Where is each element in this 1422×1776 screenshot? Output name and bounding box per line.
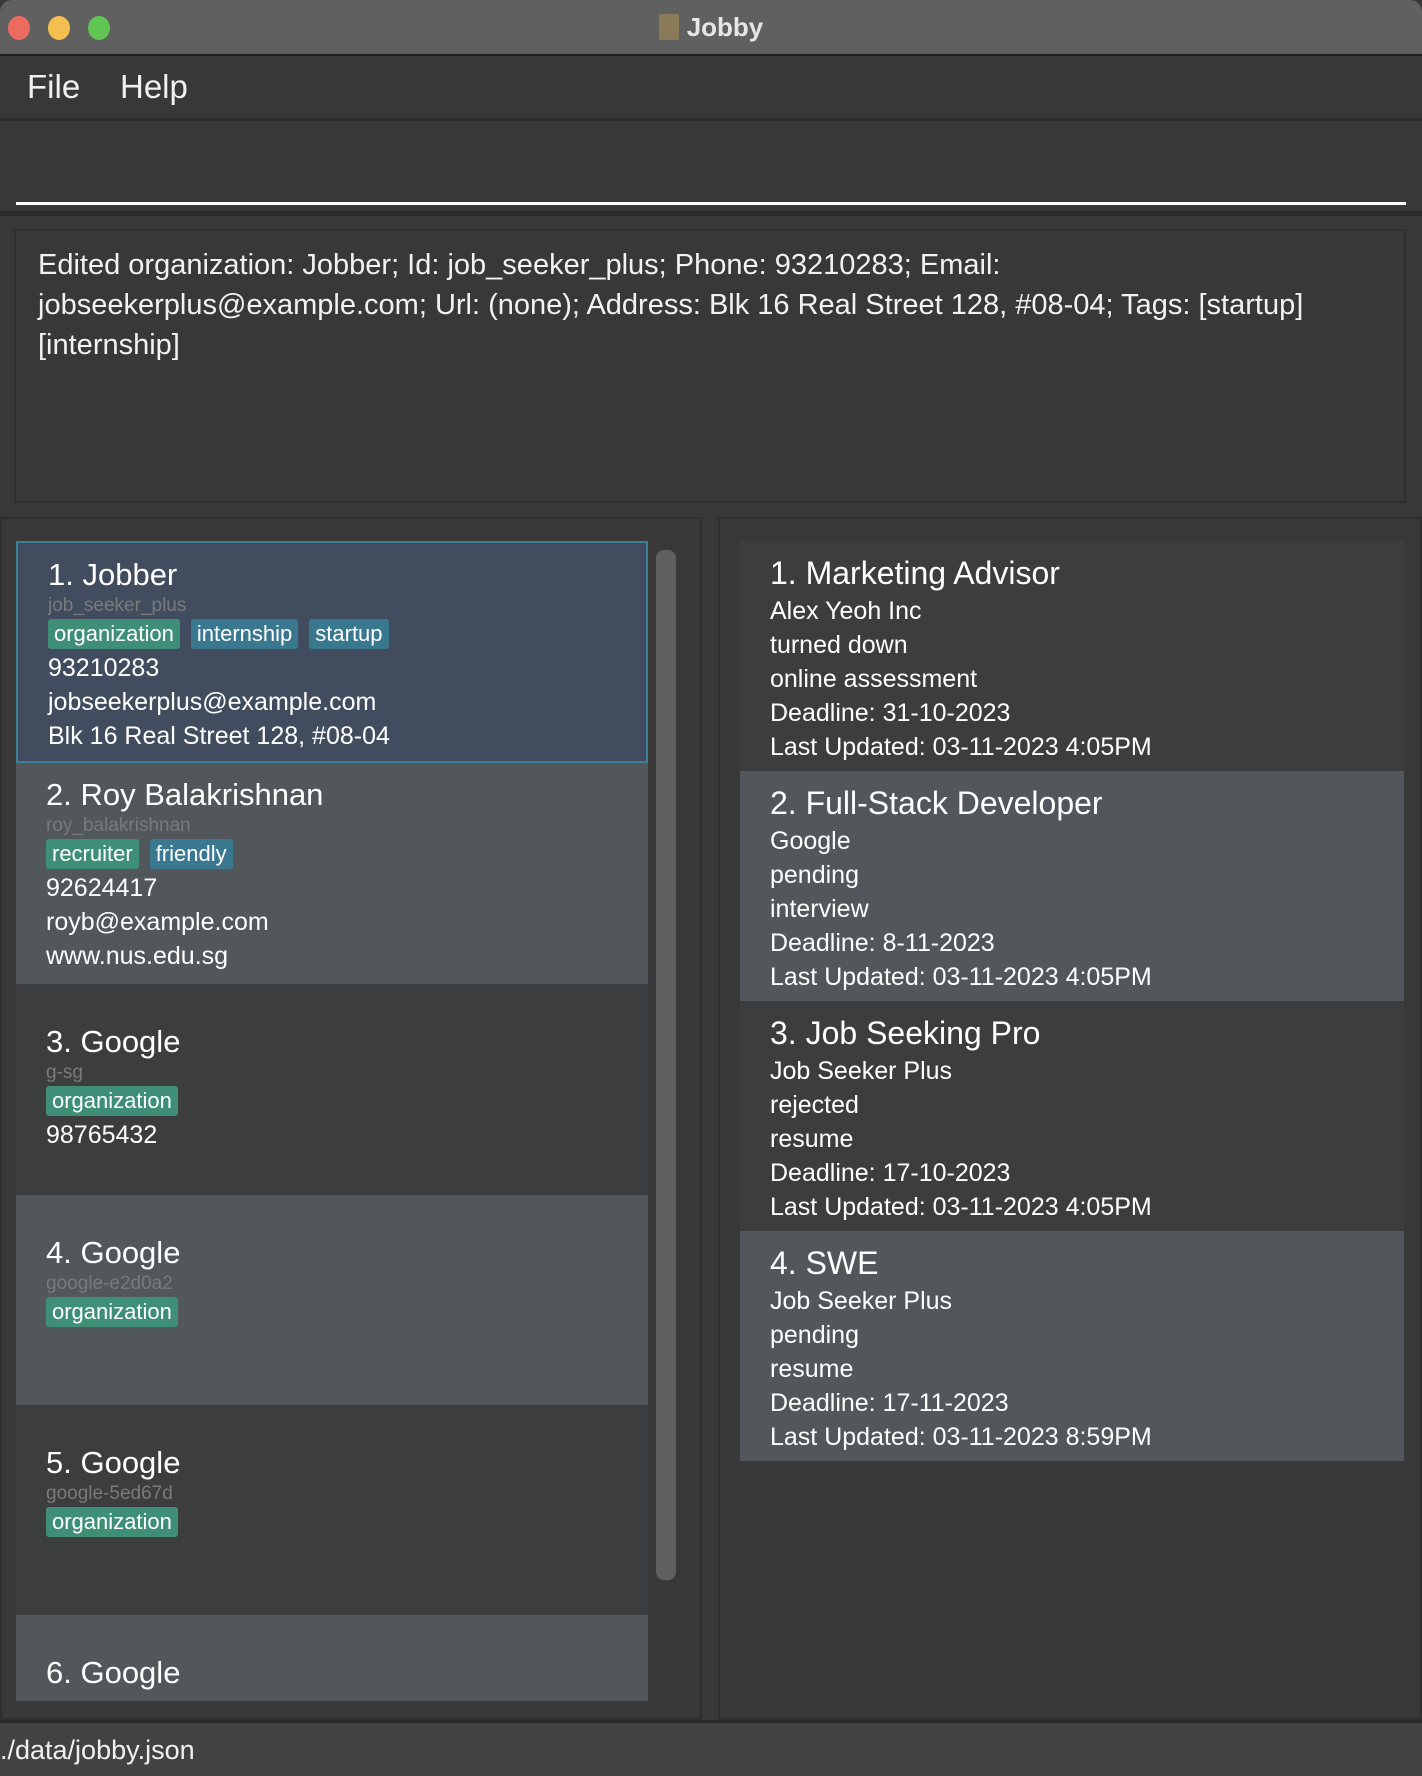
contact-list[interactable]: 1. Jobber job_seeker_plus organization inte… — [16, 541, 650, 1701]
job-detail: resume — [770, 1355, 854, 1383]
tag-recruiter: recruiter — [46, 839, 139, 869]
job-detail: resume — [770, 1125, 854, 1153]
job-title: 1. Marketing Advisor — [770, 555, 1060, 591]
contact-name: 3. Google — [46, 1024, 181, 1059]
contact-id: g-sg — [46, 1062, 83, 1083]
contact-detail: royb@example.com — [46, 908, 269, 936]
tag-list: recruiter friendly — [46, 839, 648, 869]
contact-id: roy_balakrishnan — [46, 815, 191, 836]
contact-detail: 98765432 — [46, 1121, 158, 1149]
tag-list: organization — [46, 1297, 648, 1327]
contact-card[interactable]: 3. Google g-sg organization 98765432 — [16, 984, 648, 1195]
job-title: 2. Full-Stack Developer — [770, 785, 1103, 821]
contact-list-scrollbar[interactable] — [656, 550, 676, 1580]
contact-name: 1. Jobber — [48, 557, 178, 592]
job-detail: pending — [770, 861, 859, 889]
job-card[interactable]: 3. Job Seeking Pro Job Seeker Plus rejecte… — [740, 1001, 1404, 1231]
job-card[interactable]: 2. Full-Stack Developer Google pending inte… — [740, 771, 1404, 1001]
job-card[interactable]: 1. Marketing Advisor Alex Yeoh Inc turned … — [740, 541, 1404, 771]
job-detail: Last Updated: 03-11-2023 4:05PM — [770, 733, 1152, 761]
job-detail: Alex Yeoh Inc — [770, 597, 922, 625]
result-display: Edited organization: Jobber; Id: job_see… — [14, 229, 1406, 503]
job-detail: Last Updated: 03-11-2023 8:59PM — [770, 1423, 1152, 1451]
job-detail: turned down — [770, 631, 908, 659]
job-detail: Last Updated: 03-11-2023 4:05PM — [770, 963, 1152, 991]
contact-card[interactable]: 5. Google google-5ed67d organization — [16, 1405, 648, 1615]
contact-name: 6. Google — [46, 1655, 181, 1690]
menu-bar: File Help — [0, 56, 1422, 121]
tag-internship: internship — [190, 619, 299, 649]
title-bar: Jobby — [0, 0, 1422, 56]
tag-organization: organization — [46, 1086, 178, 1116]
job-detail: interview — [770, 895, 869, 923]
job-title: 3. Job Seeking Pro — [770, 1015, 1041, 1051]
contact-name: 2. Roy Balakrishnan — [46, 777, 324, 812]
job-detail: Deadline: 31-10-2023 — [770, 699, 1011, 727]
tag-friendly: friendly — [149, 839, 233, 869]
job-detail: Deadline: 17-11-2023 — [770, 1389, 1009, 1417]
contact-detail: 92624417 — [46, 874, 158, 902]
tag-organization: organization — [48, 619, 180, 649]
contact-detail: jobseekerplus@example.com — [48, 688, 377, 716]
job-detail: rejected — [770, 1091, 859, 1119]
contact-name: 4. Google — [46, 1235, 181, 1270]
tag-startup: startup — [309, 619, 389, 649]
contact-card[interactable]: 4. Google google-e2d0a2 organization — [16, 1195, 648, 1405]
menu-help[interactable]: Help — [120, 68, 188, 106]
app-icon — [658, 14, 679, 40]
contact-name: 5. Google — [46, 1445, 181, 1480]
contact-id: google-5ed67d — [46, 1483, 173, 1504]
job-detail: Deadline: 8-11-2023 — [770, 929, 995, 957]
tag-list: organization — [46, 1086, 648, 1116]
contact-id: google-e2d0a2 — [46, 1273, 173, 1294]
contact-card[interactable]: 2. Roy Balakrishnan roy_balakrishnanrecru… — [16, 763, 648, 984]
tag-organization: organization — [46, 1297, 178, 1327]
menu-file[interactable]: File — [27, 68, 80, 106]
command-box[interactable] — [0, 124, 1422, 216]
command-input-underline — [16, 202, 1406, 205]
status-bar: ./data/jobby.json — [0, 1720, 1422, 1776]
tag-organization: organization — [46, 1507, 178, 1537]
contact-id: job_seeker_plus — [48, 595, 187, 616]
contact-detail: www.nus.edu.sg — [46, 942, 229, 970]
job-detail: Last Updated: 03-11-2023 4:05PM — [770, 1193, 1152, 1221]
job-detail: Deadline: 17-10-2023 — [770, 1159, 1011, 1187]
window-title-text: Jobby — [686, 12, 764, 42]
job-detail: pending — [770, 1321, 859, 1349]
window-title: Jobby — [0, 12, 1422, 43]
contact-card[interactable]: 1. Jobber job_seeker_plus organization inte… — [16, 541, 648, 763]
contact-card[interactable]: 6. Google — [16, 1615, 648, 1701]
job-detail: online assessment — [770, 665, 978, 693]
job-list-panel: 1. Marketing Advisor Alex Yeoh Inc turned … — [718, 517, 1422, 1720]
job-card[interactable]: 4. SWE Job Seeker Plus pending resume Deadli… — [740, 1231, 1404, 1461]
job-detail: Job Seeker Plus — [770, 1057, 953, 1085]
tag-list: organization — [46, 1507, 648, 1537]
contact-detail: 93210283 — [48, 654, 160, 682]
save-location: ./data/jobby.json — [0, 1735, 195, 1765]
job-title: 4. SWE — [770, 1245, 879, 1281]
job-detail: Google — [770, 827, 851, 855]
contact-detail: Blk 16 Real Street 128, #08-04 — [48, 722, 390, 750]
job-detail: Job Seeker Plus — [770, 1287, 953, 1315]
tag-list: organization internship startup — [48, 619, 646, 649]
contact-list-panel: 1. Jobber job_seeker_plus organization inte… — [0, 517, 702, 1720]
